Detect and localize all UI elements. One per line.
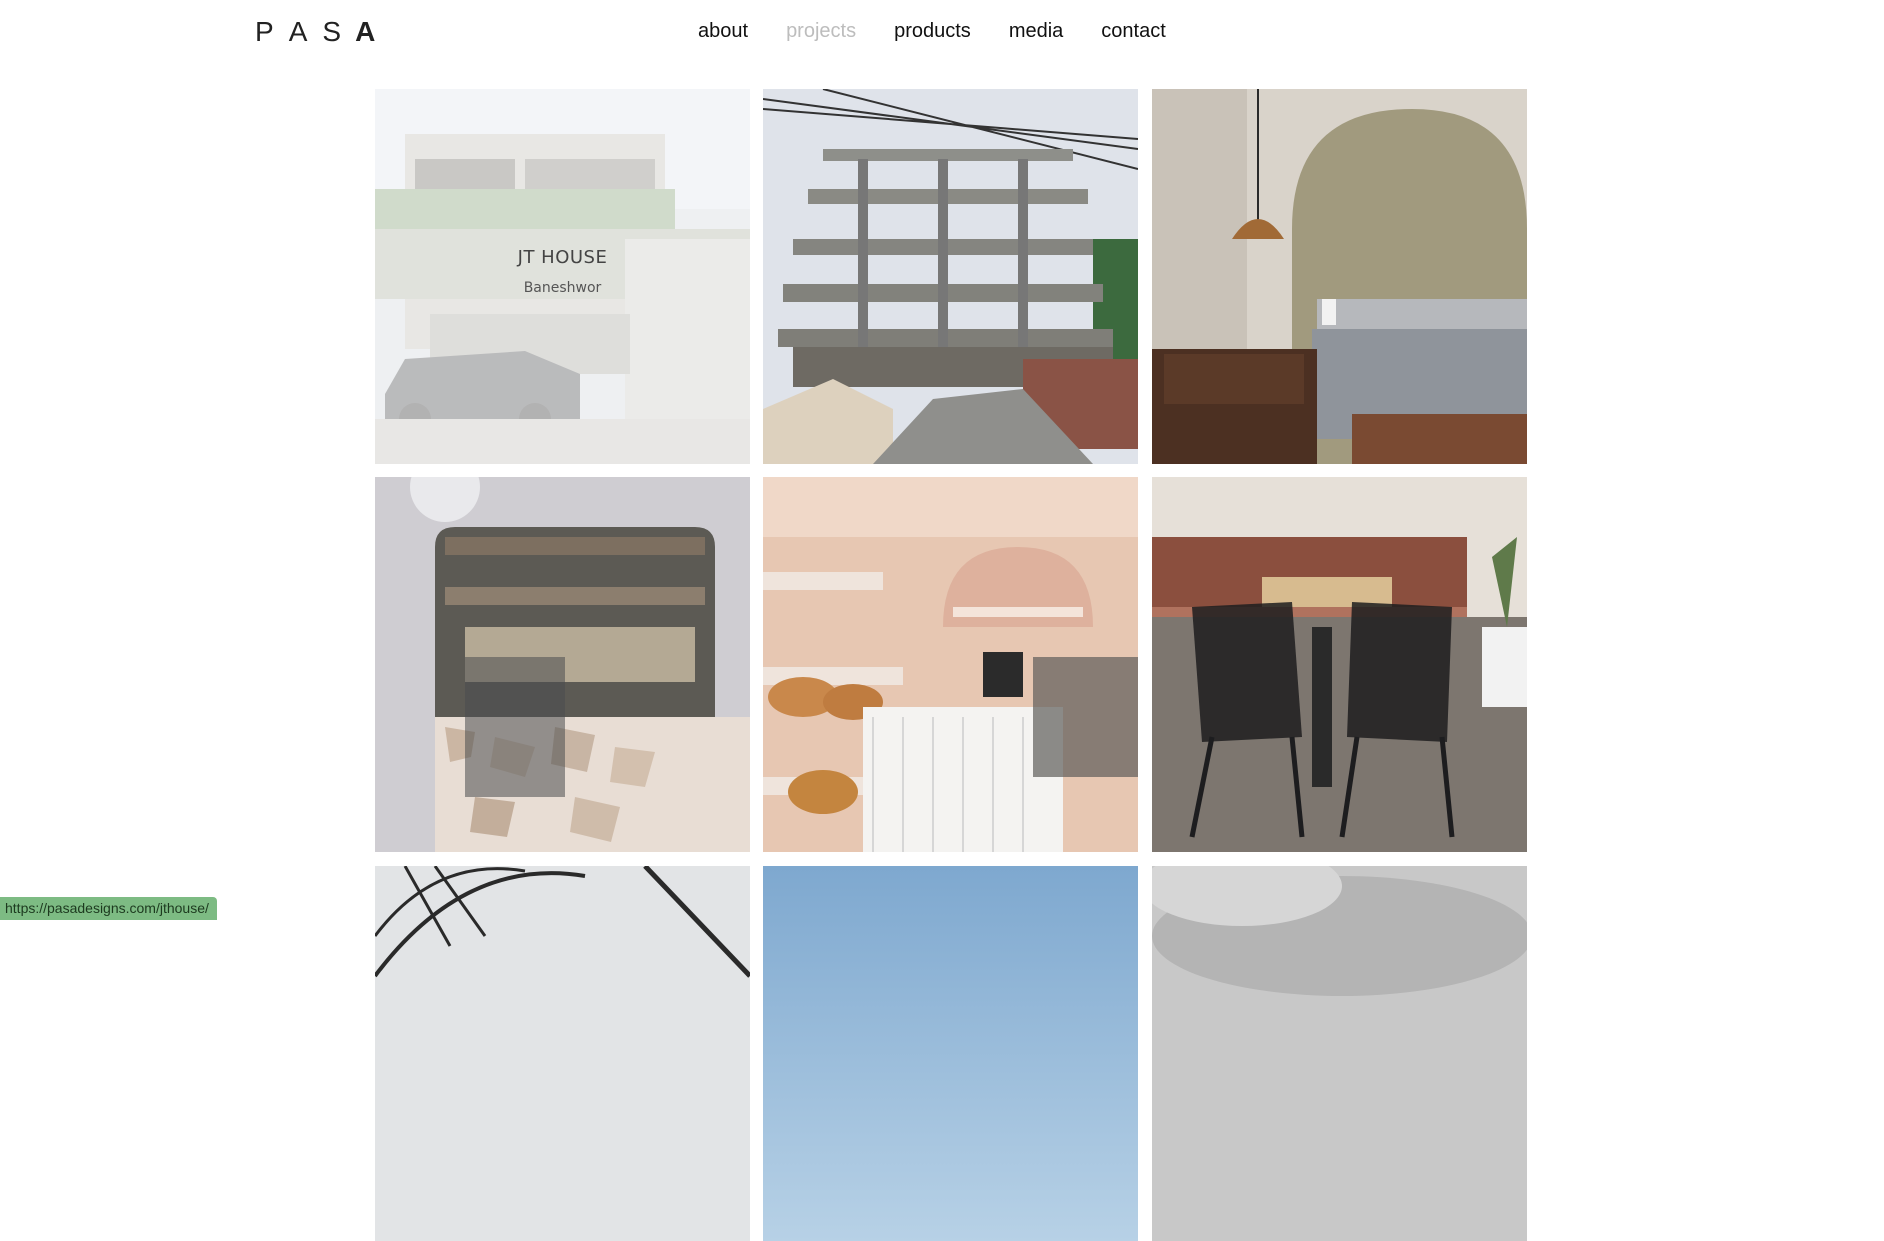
project-tile-9[interactable] xyxy=(1152,866,1527,1241)
project-hover-overlay: JT HOUSE Baneshwor xyxy=(375,89,750,464)
main-nav: about projects products media contact xyxy=(698,18,1204,44)
project-tile-8[interactable] xyxy=(763,866,1138,1241)
logo-letter-p: P xyxy=(255,16,274,47)
cafe-window-counter-photo xyxy=(375,477,750,852)
project-tile-3[interactable] xyxy=(1152,89,1527,464)
site-header: P A S A about projects products media co… xyxy=(0,0,1884,64)
bakery-interior-photo xyxy=(763,477,1138,852)
steel-frame-photo xyxy=(375,866,750,1241)
nav-products[interactable]: products xyxy=(894,18,971,44)
nav-contact[interactable]: contact xyxy=(1101,18,1165,44)
cafe-dining-table-photo xyxy=(1152,477,1527,852)
site-logo[interactable]: P A S A xyxy=(255,16,375,47)
bedroom-interior-photo xyxy=(1152,89,1527,464)
nav-about[interactable]: about xyxy=(698,18,748,44)
project-tile-jt-house[interactable]: JT HOUSE Baneshwor xyxy=(375,89,750,464)
nav-media[interactable]: media xyxy=(1009,18,1063,44)
sky-photo xyxy=(763,866,1138,1241)
cloudy-sky-photo xyxy=(1152,866,1527,1241)
logo-letter-a-thin: A xyxy=(288,16,308,47)
nav-projects[interactable]: projects xyxy=(786,18,856,44)
project-title: JT HOUSE xyxy=(517,247,608,268)
project-tile-6[interactable] xyxy=(1152,477,1527,852)
building-construction-photo xyxy=(763,89,1138,464)
project-location: Baneshwor xyxy=(523,280,602,296)
logo-letter-a-bold: A xyxy=(355,16,376,47)
project-tile-7[interactable] xyxy=(375,866,750,1241)
project-tile-4[interactable] xyxy=(375,477,750,852)
project-tile-2[interactable] xyxy=(763,89,1138,464)
project-tile-5[interactable] xyxy=(763,477,1138,852)
logo-letter-s: S xyxy=(322,16,342,47)
link-status-bar: https://pasadesigns.com/jthouse/ xyxy=(0,897,217,920)
